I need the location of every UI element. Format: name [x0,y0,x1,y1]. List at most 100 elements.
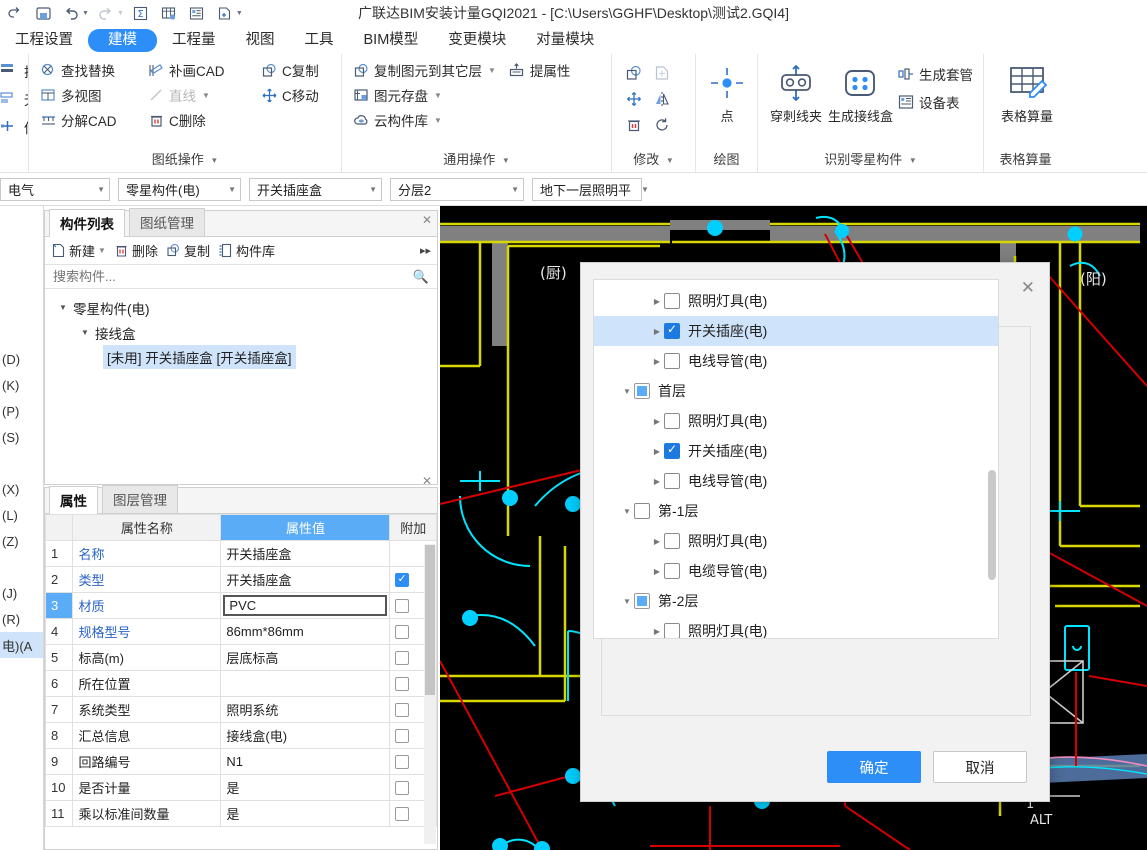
save-icon[interactable] [30,2,56,24]
element-checkbox[interactable] [634,383,650,399]
property-panel-close-icon[interactable]: ✕ [422,474,432,488]
property-tab-0[interactable]: 属性 [49,486,98,514]
dialog-tree-row[interactable]: ▶ 照明灯具(电) [594,616,998,638]
element-checkbox[interactable] [664,473,680,489]
expand-triangle-down-icon[interactable]: ▼ [620,507,634,516]
copy-to-layer-caret-icon[interactable]: ▼ [488,66,496,75]
append-checkbox[interactable] [395,651,410,666]
device-table-button[interactable]: 设备表 [895,91,975,113]
dialog-tree-row[interactable]: ▼ 首层 [594,376,998,406]
chevron-down-icon[interactable]: ▼ [502,156,510,165]
discipline-combo[interactable]: 电气 ▼ [0,178,110,201]
append-checkbox[interactable] [395,677,410,692]
component-combo[interactable]: 开关插座盒 ▼ [249,178,382,201]
append-checkbox[interactable] [395,703,410,718]
piercing-clamp-button[interactable]: 穿刺线夹 [766,59,826,125]
element-checkbox[interactable] [664,322,680,339]
chevron-down-icon[interactable]: ▼ [666,156,674,165]
left-strip-item-9[interactable]: (J) [0,580,43,606]
property-row-value[interactable]: PVC [220,592,391,619]
expand-triangle-right-icon[interactable]: ▶ [650,417,664,426]
append-checkbox[interactable] [395,599,410,614]
dialog-tree-row[interactable]: ▶ 电线导管(电) [594,346,998,376]
tree-leaf-row[interactable]: [未用] 开关插座盒 [开关插座盒] [49,345,433,369]
chevron-down-icon[interactable]: ▼ [98,246,106,255]
expand-triangle-right-icon[interactable]: ▶ [650,627,664,636]
expand-triangle-right-icon[interactable]: ▶ [650,567,664,576]
menu-tab-5[interactable]: BIM模型 [349,29,434,52]
expand-triangle-down-icon[interactable]: ▼ [620,597,634,606]
report-icon[interactable] [184,2,210,24]
sum-icon[interactable]: Σ [128,2,154,24]
extract-property-button[interactable]: 提属性 [506,59,573,81]
left-strip-item-8[interactable] [0,554,43,580]
property-row-value[interactable]: 86mm*86mm [220,618,391,645]
element-checkbox[interactable] [664,563,680,579]
property-row-value[interactable]: 接线盒(电) [220,722,391,749]
element-checkbox[interactable] [664,293,680,309]
append-checkbox[interactable] [395,781,410,796]
property-row[interactable]: 5 标高(m) 层底标高 [44,644,437,671]
chevron-down-icon[interactable]: ▼ [210,156,218,165]
cancel-button[interactable]: 取消 [933,751,1027,783]
chevron-down-icon[interactable]: ▼ [641,185,649,194]
tree-node-root[interactable]: ▼ 零星构件(电) [49,295,433,320]
property-row[interactable]: 7 系统类型 照明系统 [44,696,437,723]
element-checkbox[interactable] [664,623,680,638]
component-toolbar-delete[interactable]: 删除 [114,241,158,260]
component-search-row[interactable]: 🔍 [45,265,437,289]
generate-junction-box-button[interactable]: 生成接线盒 [828,59,893,125]
dialog-tree-row[interactable]: ▶ 开关插座(电) [594,436,998,466]
search-icon[interactable]: 🔍 [413,269,429,285]
generate-sleeve-button[interactable]: 生成套管 [895,63,975,85]
chevron-down-icon[interactable]: ▼ [228,185,236,194]
explode-cad-button[interactable]: 分解CAD [37,109,137,131]
undo-small-icon[interactable] [2,2,28,24]
chevron-down-icon[interactable]: ▼ [369,185,377,194]
left-strip-item-5[interactable]: (X) [0,476,43,502]
dialog-tree-row[interactable]: ▼ 第-1层 [594,496,998,526]
menu-tab-1[interactable]: 建模 [88,28,157,52]
property-row-value[interactable]: 层底标高 [220,644,391,671]
property-row-value[interactable]: 开关插座盒 [220,566,391,593]
redo-icon[interactable] [93,2,119,24]
chevron-down-icon[interactable]: ▼ [97,185,105,194]
multiview-button[interactable]: 多视图 [37,84,137,106]
menu-tab-4[interactable]: 工具 [290,29,349,52]
property-row[interactable]: 3 材质 PVC [44,592,437,619]
select-icon[interactable] [0,62,16,81]
property-row[interactable]: 1 名称 开关插座盒 [44,540,437,567]
property-row-value[interactable] [220,670,391,697]
expand-triangle-right-icon[interactable]: ▶ [650,537,664,546]
cloud-library-button[interactable]: 云构件库 ▼ [350,109,444,131]
component-panel-close-icon[interactable]: ✕ [422,213,432,227]
property-row[interactable]: 9 回路编号 N1 [44,748,437,775]
menu-tab-7[interactable]: 对量模块 [521,29,609,52]
copy-icon[interactable] [625,64,643,85]
property-value-editor[interactable]: PVC [223,595,388,616]
scrollbar-thumb[interactable] [425,545,435,695]
component-toolbar-copy[interactable]: 复制 [166,241,210,260]
dialog-tree-row[interactable]: ▶ 照明灯具(电) [594,286,998,316]
dialog-tree-row[interactable]: ▶ 电线导管(电) [594,466,998,496]
menu-tab-6[interactable]: 变更模块 [433,29,521,52]
component-toolbar-new[interactable]: 新建 ▼ [51,241,106,260]
expand-triangle-icon[interactable]: ▼ [59,303,69,312]
close-icon[interactable]: ✕ [1021,279,1035,296]
layer-combo[interactable]: 分层2 ▼ [390,178,524,201]
property-tab-1[interactable]: 图层管理 [102,485,178,513]
property-row-value[interactable]: 开关插座盒 [220,540,391,567]
cut-icon[interactable] [653,64,671,85]
dialog-tree-row[interactable]: ▶ 照明灯具(电) [594,406,998,436]
search-input[interactable] [53,269,413,284]
left-strip-item-2[interactable]: (P) [0,398,43,424]
redo-caret-icon[interactable]: ▼ [117,10,124,17]
draw-cad-button[interactable]: 补画CAD [145,59,250,81]
mirror-icon[interactable] [653,90,671,111]
property-row[interactable]: 4 规格型号 86mm*86mm [44,618,437,645]
chevron-down-icon[interactable]: ▼ [909,156,917,165]
append-checkbox[interactable] [395,572,410,588]
component-toolbar-overflow-icon[interactable]: ▸▸ [420,244,431,257]
property-row-value[interactable]: 是 [220,800,391,827]
component-tab-0[interactable]: 构件列表 [49,209,125,237]
